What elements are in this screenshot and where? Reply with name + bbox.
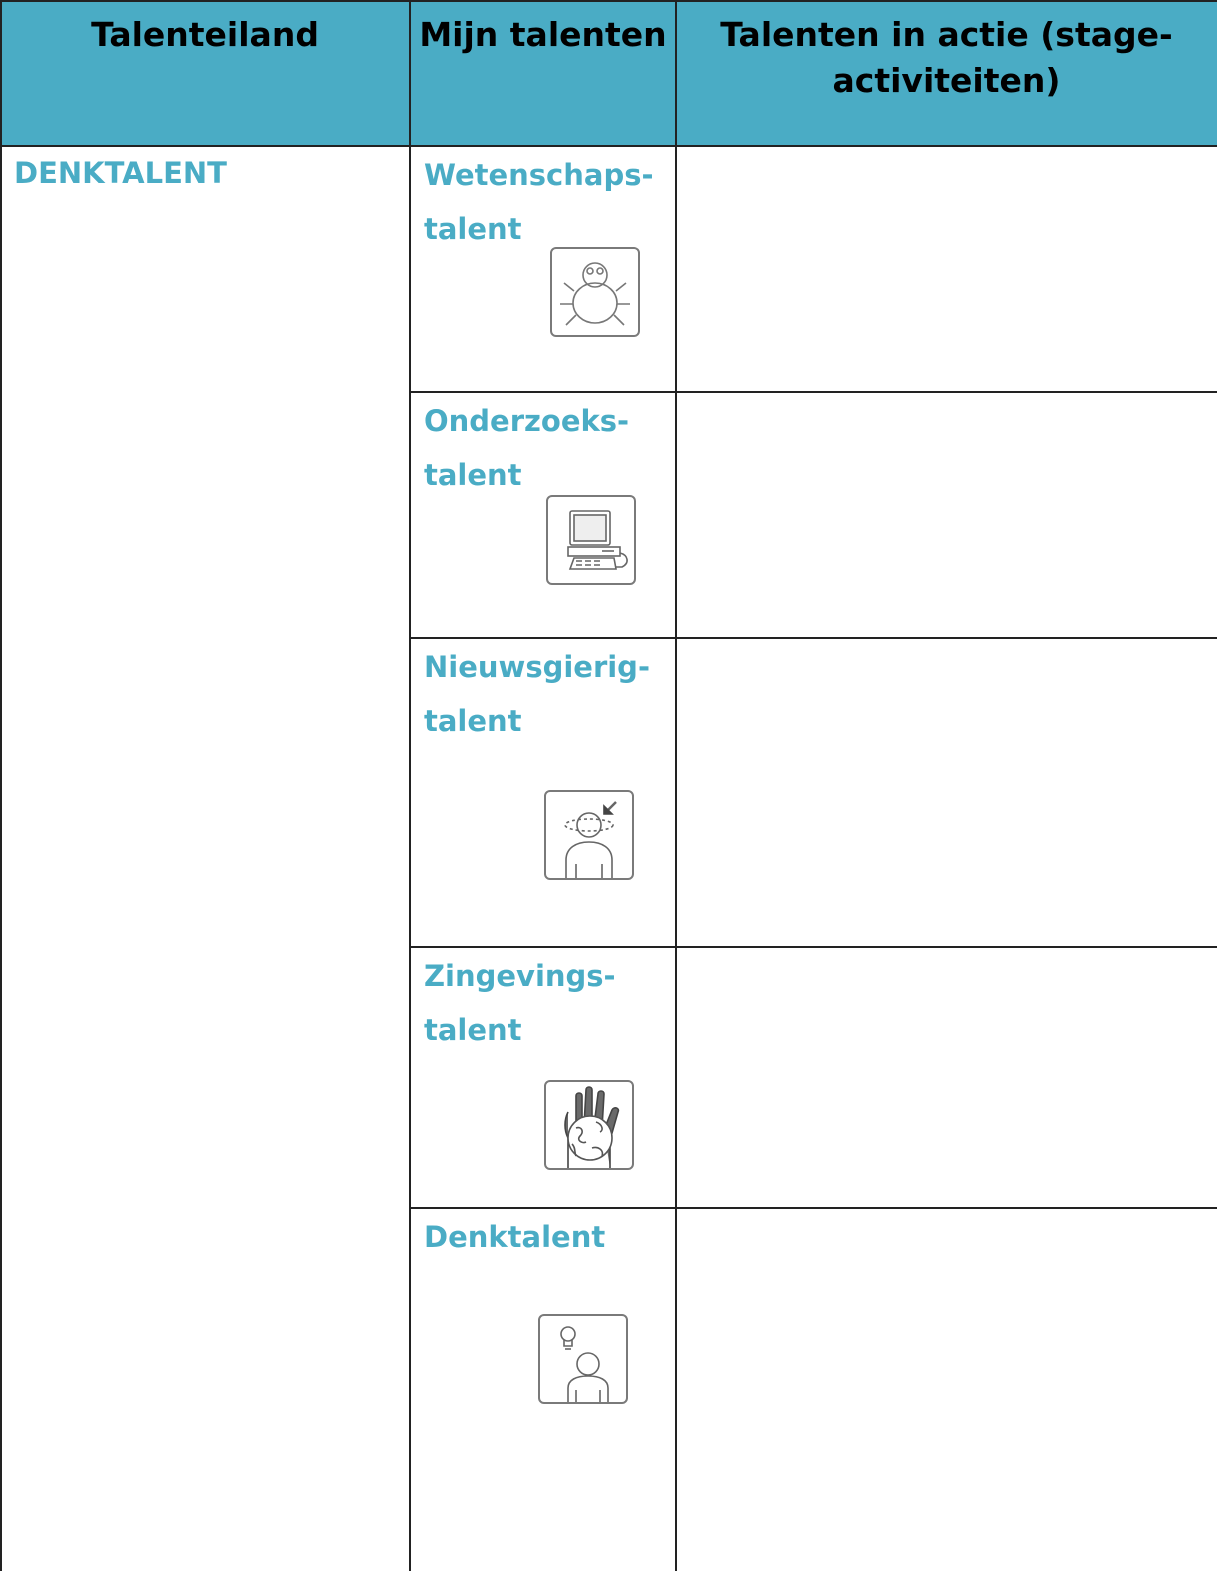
island-cell: DENKTALENT: [0, 146, 410, 1571]
talent-cell-nieuwsgierig: Nieuwsgierig- talent: [410, 638, 676, 947]
border-line: [0, 145, 1217, 147]
header-cell-talents: Mijn talenten: [410, 0, 676, 146]
island-name: DENKTALENT: [14, 156, 227, 190]
talent-name-line2: talent: [424, 704, 522, 738]
talent-name-line1: Onderzoeks-: [424, 404, 630, 438]
talent-name-onderzoek: Onderzoeks- talent: [424, 394, 674, 502]
border-line: [0, 0, 2, 1571]
header-island-label: Talenteiland: [91, 15, 319, 54]
talent-name-nieuwsgierig: Nieuwsgierig- talent: [424, 640, 674, 748]
talent-name-line2: talent: [424, 458, 522, 492]
border-line: [410, 391, 1217, 393]
talent-cell-onderzoek: Onderzoeks- talent: [410, 392, 676, 638]
header-cell-action: Talenten in actie (stage- activiteiten): [676, 0, 1217, 146]
action-cell-onderzoek[interactable]: [676, 392, 1217, 638]
talent-cell-zingeving: Zingevings- talent: [410, 947, 676, 1208]
talent-name-denk: Denktalent: [424, 1210, 674, 1264]
talent-name-line2: talent: [424, 1013, 522, 1047]
border-line: [410, 946, 1217, 948]
header-cell-island: Talenteiland: [0, 0, 410, 146]
talent-table: Talenteiland Mijn talenten Talenten in a…: [0, 0, 1217, 1571]
computer-icon: [546, 495, 636, 585]
border-line: [410, 637, 1217, 639]
talent-cell-denk: Denktalent: [410, 1208, 676, 1571]
bug-icon: [550, 247, 640, 337]
border-line: [0, 0, 1217, 2]
border-line: [675, 0, 677, 1571]
action-cell-wetenschap[interactable]: [676, 146, 1217, 392]
lightbulb-person-icon: [538, 1314, 628, 1404]
talent-name-zingeving: Zingevings- talent: [424, 949, 674, 1057]
hand-globe-icon: [544, 1080, 634, 1170]
action-cell-denk[interactable]: [676, 1208, 1217, 1571]
talent-name-wetenschap: Wetenschaps- talent: [424, 148, 674, 256]
action-cell-zingeving[interactable]: [676, 947, 1217, 1208]
border-line: [409, 0, 411, 1571]
talent-cell-wetenschap: Wetenschaps- talent: [410, 146, 676, 392]
header-action-label-line2: activiteiten): [832, 61, 1061, 100]
header-action-label-line1: Talenten in actie (stage-: [720, 15, 1173, 54]
talent-name-line1: Denktalent: [424, 1220, 606, 1254]
header-talents-label: Mijn talenten: [419, 15, 667, 54]
talent-name-line1: Nieuwsgierig-: [424, 650, 650, 684]
curious-person-icon: [544, 790, 634, 880]
talent-name-line1: Wetenschaps-: [424, 158, 654, 192]
border-line: [410, 1207, 1217, 1209]
talent-name-line1: Zingevings-: [424, 959, 616, 993]
action-cell-nieuwsgierig[interactable]: [676, 638, 1217, 947]
